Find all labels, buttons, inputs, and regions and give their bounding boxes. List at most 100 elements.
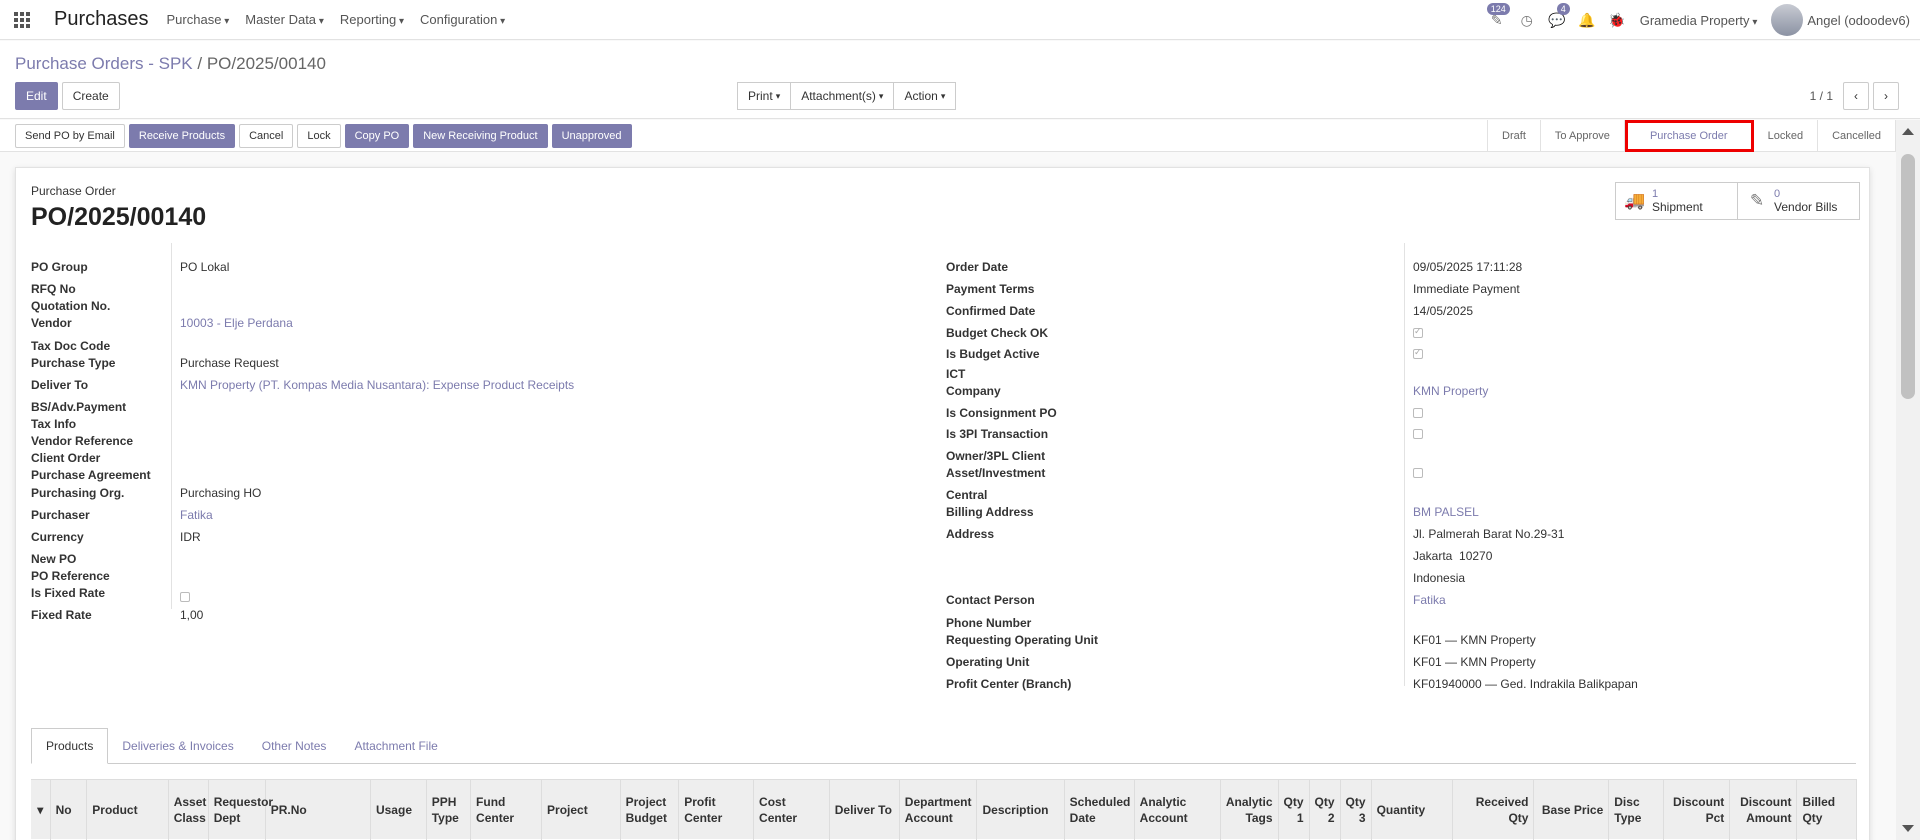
col-header[interactable]: Profit Center bbox=[679, 780, 755, 840]
pager-next-button[interactable]: › bbox=[1873, 82, 1899, 110]
deliver-to-label: Deliver To bbox=[31, 378, 89, 392]
scrollbar-thumb[interactable] bbox=[1901, 154, 1915, 399]
col-header[interactable]: Qty 1 bbox=[1279, 780, 1310, 840]
pager-previous-button[interactable]: ‹ bbox=[1843, 82, 1869, 110]
purchase-type-value: Purchase Request bbox=[180, 356, 279, 370]
col-header[interactable]: Fund Center bbox=[471, 780, 543, 840]
shipment-smart-button[interactable]: 🚚 1 Shipment bbox=[1615, 182, 1738, 220]
print-dropdown[interactable]: Print bbox=[737, 82, 792, 110]
bell-icon[interactable]: 🔔 bbox=[1572, 0, 1602, 40]
app-name[interactable]: Purchases bbox=[54, 8, 149, 31]
col-header[interactable]: No bbox=[51, 780, 88, 840]
menu-configuration[interactable]: Configuration bbox=[420, 12, 505, 27]
confirmed-date-label: Confirmed Date bbox=[946, 304, 1036, 318]
scroll-up-arrow-icon[interactable] bbox=[1902, 128, 1914, 135]
bills-label: Vendor Bills bbox=[1774, 200, 1838, 214]
stage-to-approve[interactable]: To Approve bbox=[1541, 120, 1625, 152]
col-header[interactable]: Discount Pct bbox=[1664, 780, 1731, 840]
is-consignment-po-checkbox[interactable] bbox=[1413, 408, 1423, 418]
col-header[interactable]: Cost Center bbox=[754, 780, 830, 840]
col-header[interactable]: Billed Qty bbox=[1797, 780, 1858, 840]
messages-icon[interactable]: 💬 4 bbox=[1542, 0, 1572, 40]
billing-address-link[interactable]: BM PALSEL bbox=[1413, 505, 1479, 519]
page-scrollbar[interactable] bbox=[1896, 120, 1920, 840]
requesting-operating-unit-value: KF01 — KMN Property bbox=[1413, 633, 1536, 647]
col-header[interactable]: Department Account bbox=[900, 780, 978, 840]
col-header[interactable]: Project Budget bbox=[621, 780, 680, 840]
company-link[interactable]: KMN Property bbox=[1413, 384, 1488, 398]
is-fixed-rate-checkbox[interactable] bbox=[180, 592, 190, 602]
breadcrumb-parent-link[interactable]: Purchase Orders - SPK bbox=[15, 54, 193, 73]
col-header[interactable]: Analytic Tags bbox=[1221, 780, 1279, 840]
scroll-down-arrow-icon[interactable] bbox=[1902, 825, 1914, 832]
deliver-to-link[interactable]: KMN Property (PT. Kompas Media Nusantara… bbox=[180, 378, 574, 392]
col-header[interactable]: Usage bbox=[371, 780, 427, 840]
col-header[interactable]: Project bbox=[542, 780, 621, 840]
company-switcher[interactable]: Gramedia Property bbox=[1640, 13, 1758, 28]
vendor-bills-smart-button[interactable]: ✎ 0 Vendor Bills bbox=[1737, 182, 1860, 220]
copy-po-button[interactable]: Copy PO bbox=[344, 124, 410, 148]
col-header[interactable]: Base Price bbox=[1534, 780, 1610, 840]
col-header[interactable]: Received Qty bbox=[1453, 780, 1535, 840]
col-header[interactable]: PPH Type bbox=[427, 780, 472, 840]
purchaser-link[interactable]: Fatika bbox=[180, 508, 213, 522]
col-header[interactable]: Qty 2 bbox=[1310, 780, 1341, 840]
contact-person-link[interactable]: Fatika bbox=[1413, 593, 1446, 607]
unapproved-button[interactable]: Unapproved bbox=[551, 124, 632, 148]
cancel-button[interactable]: Cancel bbox=[239, 124, 294, 148]
tab-deliveries-invoices[interactable]: Deliveries & Invoices bbox=[108, 728, 247, 764]
tab-attachment-file[interactable]: Attachment File bbox=[340, 728, 451, 764]
asset-investment-checkbox[interactable] bbox=[1413, 468, 1423, 478]
new-receiving-product-button[interactable]: New Receiving Product bbox=[413, 124, 548, 148]
is-consignment-po-label: Is Consignment PO bbox=[946, 406, 1057, 420]
document-name: PO/2025/00140 bbox=[31, 203, 207, 231]
col-header[interactable]: Description bbox=[977, 780, 1065, 840]
user-avatar[interactable] bbox=[1771, 4, 1804, 36]
menu-purchase[interactable]: Purchase bbox=[167, 12, 230, 27]
form-sheet: Purchase Order PO/2025/00140 🚚 1 Shipment… bbox=[15, 167, 1870, 840]
col-header[interactable]: Requestor Dept bbox=[209, 780, 273, 840]
lock-button[interactable]: Lock bbox=[297, 124, 341, 148]
stage-cancelled[interactable]: Cancelled bbox=[1818, 120, 1896, 152]
action-dropdown[interactable]: Action bbox=[893, 82, 957, 110]
create-button[interactable]: Create bbox=[61, 82, 120, 110]
send-po-email-button[interactable]: Send PO by Email bbox=[15, 124, 125, 148]
operating-unit-label: Operating Unit bbox=[946, 655, 1030, 669]
col-header[interactable]: Scheduled Date bbox=[1065, 780, 1135, 840]
receive-products-button[interactable]: Receive Products bbox=[128, 124, 236, 148]
tab-products[interactable]: Products bbox=[31, 728, 109, 764]
payment-terms-label: Payment Terms bbox=[946, 282, 1035, 296]
stage-purchase-order[interactable]: Purchase Order bbox=[1624, 120, 1754, 152]
vendor-link[interactable]: 10003 - Elje Perdana bbox=[180, 316, 293, 330]
bug-icon[interactable]: 🐞 bbox=[1602, 0, 1632, 40]
apps-grid-icon bbox=[14, 11, 30, 28]
attachments-dropdown[interactable]: Attachment(s) bbox=[790, 82, 895, 110]
edit-button[interactable]: Edit bbox=[15, 82, 58, 110]
user-menu[interactable]: Angel (odoodev6) bbox=[1807, 13, 1910, 28]
chevron-right-icon: › bbox=[1884, 89, 1888, 103]
col-header[interactable]: Product bbox=[87, 780, 169, 840]
pager-value[interactable]: 1 / 1 bbox=[1810, 89, 1833, 103]
col-header[interactable]: Asset Class bbox=[169, 780, 209, 840]
col-header[interactable]: Discount Amount bbox=[1730, 780, 1798, 840]
menu-master-data[interactable]: Master Data bbox=[245, 12, 324, 27]
col-header[interactable]: PR.No bbox=[266, 780, 371, 840]
col-header[interactable]: Quantity bbox=[1372, 780, 1454, 840]
stage-locked[interactable]: Locked bbox=[1754, 120, 1819, 152]
is-budget-active-label: Is Budget Active bbox=[946, 347, 1040, 361]
sort-caret-icon[interactable]: ▾ bbox=[31, 780, 51, 840]
col-header[interactable]: Qty 3 bbox=[1341, 780, 1372, 840]
col-header[interactable]: Disc Type bbox=[1609, 780, 1665, 840]
breadcrumb-current: PO/2025/00140 bbox=[206, 54, 326, 73]
menu-reporting[interactable]: Reporting bbox=[340, 12, 404, 27]
col-header[interactable]: Deliver To bbox=[830, 780, 900, 840]
po-group-label: PO Group bbox=[31, 260, 88, 274]
tab-other-notes[interactable]: Other Notes bbox=[248, 728, 341, 764]
activity-edit-icon[interactable]: ✎ 124 bbox=[1482, 0, 1512, 40]
col-header[interactable]: Analytic Account bbox=[1135, 780, 1221, 840]
stage-draft[interactable]: Draft bbox=[1488, 120, 1541, 152]
apps-menu-button[interactable] bbox=[0, 0, 44, 40]
clock-icon[interactable]: ◷ bbox=[1512, 0, 1542, 40]
is-3pl-transaction-checkbox[interactable] bbox=[1413, 429, 1423, 439]
asset-investment-label: Asset/Investment bbox=[946, 466, 1046, 480]
